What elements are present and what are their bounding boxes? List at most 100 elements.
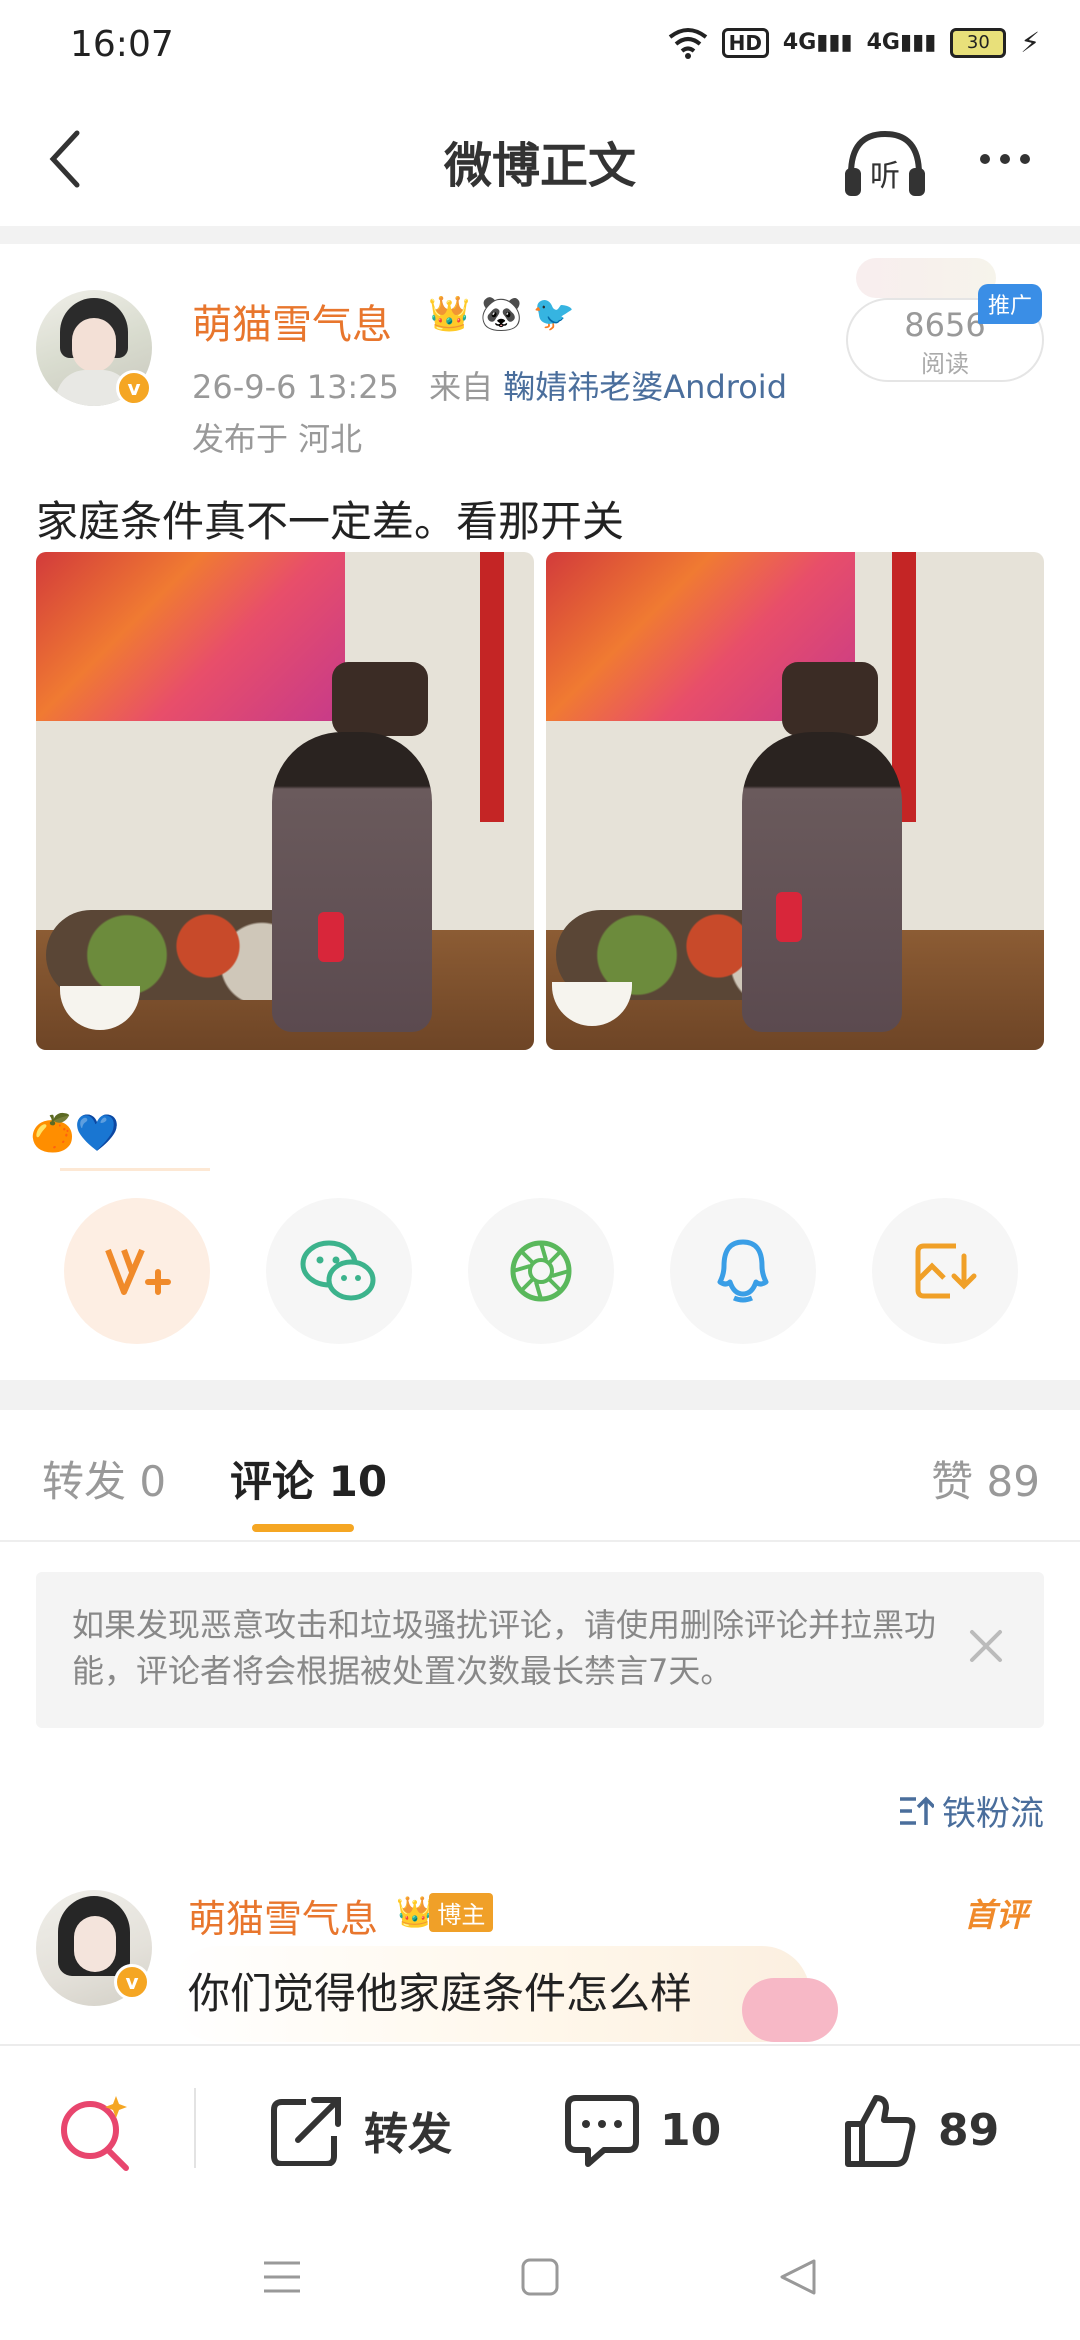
photo-bag (332, 662, 428, 736)
wechat-icon (300, 1240, 376, 1301)
comment-count: 10 (660, 2104, 722, 2156)
author-name[interactable]: 萌猫雪气息 (192, 292, 392, 350)
notice-text: 如果发现恶意攻击和垃圾骚扰评论，请使用删除评论并拉黑功能，评论者将会根据被处置次… (72, 1606, 937, 1690)
tab-divider (0, 1540, 1080, 1542)
author-badge-label: 博主 (429, 1892, 494, 1932)
share-moments-button[interactable] (468, 1198, 614, 1344)
tab-comments-label: 评论 (230, 1457, 315, 1506)
share-icon (271, 2097, 341, 2166)
bottom-action-bar: 转发 10 89 (0, 2044, 1080, 2214)
avatar-face (72, 318, 116, 372)
author-badge: 👑 博主 (396, 1892, 494, 1932)
dot (980, 154, 990, 164)
panda-icon: 🐼 (480, 294, 523, 334)
home-button[interactable] (510, 2252, 570, 2302)
system-nav-bar (0, 2214, 1080, 2340)
post-text: 家庭条件真不一定差。看那开关 (36, 497, 625, 546)
more-button[interactable] (960, 124, 1050, 194)
photo-scroll (480, 552, 504, 822)
post-image[interactable] (36, 552, 534, 1050)
listen-button[interactable]: 听 (840, 124, 930, 204)
charging-icon: ⚡ (1020, 26, 1040, 59)
save-image-icon (915, 1243, 977, 1299)
tab-comments-count: 10 (328, 1457, 388, 1506)
bird-icon: 🐦 (532, 294, 576, 334)
like-count: 89 (938, 2104, 1000, 2156)
triangle-back-icon (780, 2259, 816, 2295)
post-meta: 26-9-6 13:25 来自 鞠婧祎老婆Android (192, 362, 787, 408)
photo-person (742, 732, 902, 1032)
photo-can (776, 892, 802, 942)
tab-likes-label: 赞 (931, 1457, 974, 1506)
share-wechat-button[interactable] (266, 1198, 412, 1344)
post-image[interactable] (546, 552, 1044, 1050)
header: 微博正文 听 (0, 96, 1080, 226)
menu-icon (264, 2261, 300, 2293)
read-label: 阅读 (921, 350, 969, 378)
first-comment-tag: 首评 (963, 1896, 1028, 1934)
photo-bag (782, 662, 878, 736)
sort-label: 铁粉流 (942, 1794, 1044, 1834)
hd-icon: HD (721, 27, 769, 58)
photo-poster (36, 552, 345, 722)
promo-tag: 推广 (978, 284, 1043, 324)
verified-badge-icon: v (116, 370, 152, 406)
repost-button[interactable]: 转发 (268, 2088, 452, 2172)
separator (194, 2088, 196, 2168)
back-button[interactable] (30, 124, 100, 194)
repost-label: 转发 (364, 2109, 452, 2160)
section-divider (0, 1380, 1080, 1410)
comment-notice: 如果发现恶意攻击和垃圾骚扰评论，请使用删除评论并拉黑功能，评论者将会根据被处置次… (36, 1572, 1044, 1728)
tab-repost-count: 0 (139, 1457, 167, 1506)
weibo-v-plus-icon (105, 1248, 171, 1295)
crown-icon: 👑 (396, 1894, 434, 1930)
wifi-icon (668, 27, 707, 59)
commenter-name[interactable]: 萌猫雪气息 (188, 1888, 378, 1943)
chevron-left-icon (49, 130, 80, 188)
listen-label: 听 (870, 159, 900, 194)
author-badges: 👑 🐼 🐦 (428, 294, 575, 334)
comment-icon (565, 2095, 639, 2167)
dot (1000, 154, 1010, 164)
qq-icon (717, 1239, 769, 1303)
divider (0, 226, 1080, 244)
like-button[interactable]: 89 (842, 2088, 999, 2172)
tab-likes[interactable]: 赞 89 (931, 1448, 1040, 1509)
search-icon[interactable] (56, 2092, 136, 2172)
emoji-row: 🍊💙 (30, 1113, 120, 1154)
battery-icon: 30 (950, 27, 1007, 58)
signal-icon: 4G▮▮▮ (866, 30, 937, 55)
post-location: 发布于 河北 (192, 420, 363, 458)
save-image-button[interactable] (872, 1198, 1018, 1344)
status-icons: HD 4G▮▮▮ 4G▮▮▮ 30 ⚡ (668, 26, 1040, 59)
post-time: 26-9-6 13:25 (192, 368, 399, 406)
photo-person (272, 732, 432, 1032)
sort-icon (900, 1796, 934, 1825)
verified-badge-icon: v (114, 1964, 150, 2000)
thumbs-up-icon (845, 2095, 916, 2167)
tab-repost-label: 转发 (42, 1457, 127, 1506)
share-qq-button[interactable] (670, 1198, 816, 1344)
menu-button[interactable] (252, 2252, 312, 2302)
tab-repost[interactable]: 转发 0 (42, 1448, 166, 1509)
dot (1020, 154, 1030, 164)
sort-button[interactable]: 铁粉流 (898, 1786, 1044, 1835)
emoji-underline (60, 1168, 210, 1171)
tab-comments[interactable]: 评论 10 (230, 1448, 387, 1509)
source-prefix: 来自 (429, 368, 494, 406)
avatar-face (74, 1916, 116, 1972)
pig-sticker-icon (742, 1978, 838, 2042)
crown-icon: 👑 (428, 294, 471, 334)
back-nav-button[interactable] (768, 2252, 828, 2302)
status-time: 16:07 (70, 24, 174, 65)
comment-button[interactable]: 10 (564, 2088, 721, 2172)
post-source[interactable]: 鞠婧祎老婆Android (503, 368, 787, 406)
signal-label: 4G (782, 30, 817, 55)
share-weibo-button[interactable] (64, 1198, 210, 1344)
tab-indicator (252, 1524, 354, 1532)
close-icon[interactable] (964, 1624, 1008, 1668)
comment-text[interactable]: 你们觉得他家庭条件怎么样 (188, 1960, 692, 2021)
decoration (856, 258, 996, 298)
home-icon (521, 2258, 559, 2296)
status-bar: 16:07 HD 4G▮▮▮ 4G▮▮▮ 30 ⚡ (0, 0, 1080, 96)
